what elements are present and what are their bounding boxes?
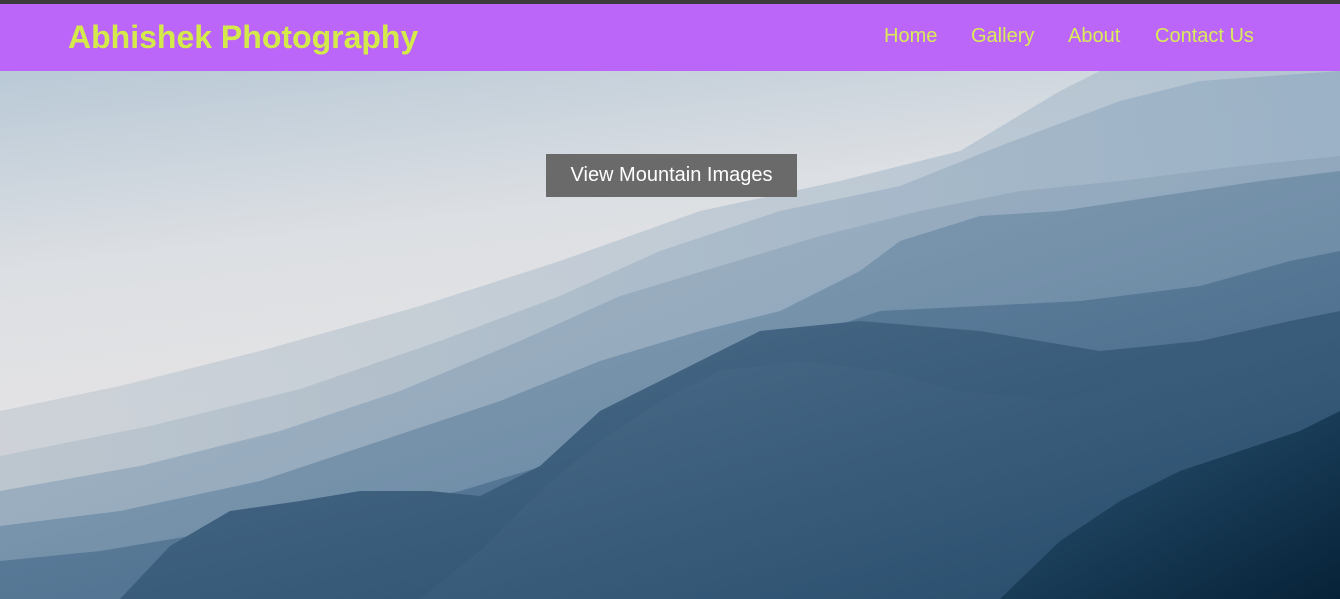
nav-link-gallery[interactable]: Gallery (971, 24, 1034, 48)
hero-section: View Mountain Images (0, 71, 1340, 599)
nav-link-about[interactable]: About (1068, 24, 1120, 48)
view-mountain-images-button[interactable]: View Mountain Images (546, 154, 797, 197)
nav-link-contact-us[interactable]: Contact Us (1155, 24, 1254, 48)
nav-link-home[interactable]: Home (884, 24, 937, 48)
navbar: Abhishek Photography Home Gallery About … (0, 4, 1340, 71)
site-brand[interactable]: Abhishek Photography (68, 18, 418, 56)
mountain-landscape-image (0, 71, 1340, 599)
